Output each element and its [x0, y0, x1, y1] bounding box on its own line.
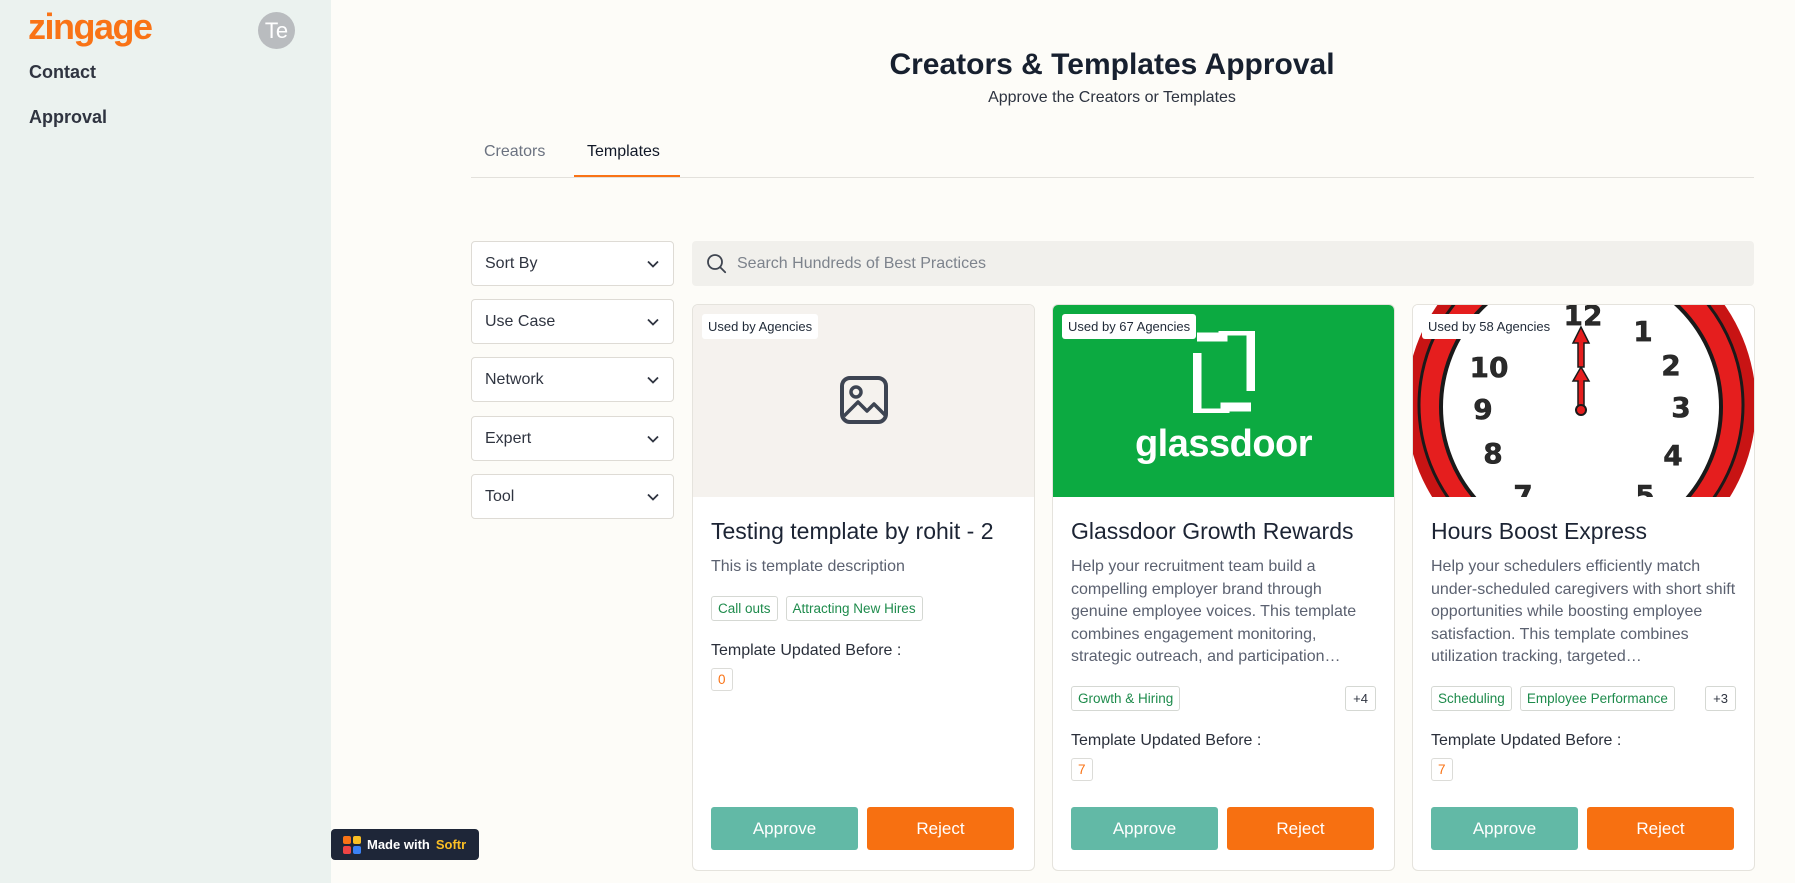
- chevron-down-icon: [647, 435, 659, 443]
- sort-by-dropdown[interactable]: Sort By: [471, 241, 674, 286]
- card-title: Testing template by rohit - 2: [711, 518, 994, 544]
- chevron-down-icon: [647, 376, 659, 384]
- card-image: glassdoor Used by 67 Agencies: [1053, 305, 1394, 497]
- clock-numeral: 10: [1470, 351, 1509, 384]
- search-input[interactable]: [737, 254, 1717, 273]
- updated-value: 7: [1071, 758, 1093, 781]
- tab-templates[interactable]: Templates: [587, 143, 660, 161]
- usage-badge: Used by 58 Agencies: [1422, 314, 1557, 339]
- image-placeholder-icon: [840, 376, 888, 424]
- template-card[interactable]: 12 1 2 3 4 5 7 8 9 10 Used by 58 Agencie…: [1412, 304, 1755, 871]
- sidebar-item-approval[interactable]: Approval: [29, 107, 107, 128]
- usage-badge: Used by Agencies: [702, 314, 819, 339]
- tool-label: Tool: [485, 487, 515, 505]
- clock-numeral: 4: [1663, 439, 1682, 472]
- updated-value: 7: [1431, 758, 1453, 781]
- search-icon: [707, 254, 727, 274]
- clock-numeral: 2: [1661, 349, 1680, 382]
- updated-label: Template Updated Before :: [1071, 732, 1262, 749]
- clock-numeral: 3: [1671, 391, 1690, 424]
- tag: Attracting New Hires: [785, 596, 923, 621]
- page-subtitle: Approve the Creators or Templates: [988, 89, 1236, 106]
- softr-logo-icon: [343, 835, 361, 854]
- card-image: 12 1 2 3 4 5 7 8 9 10 Used by 58 Agencie…: [1413, 305, 1754, 497]
- card-description: This is template description: [711, 558, 905, 575]
- tab-creators[interactable]: Creators: [484, 143, 545, 161]
- clock-numeral: 1: [1633, 315, 1652, 348]
- card-description: Help your recruitment team build a compe…: [1071, 558, 1357, 665]
- zingage-logo[interactable]: zingage: [28, 6, 153, 48]
- usage-badge: Used by 67 Agencies: [1062, 314, 1197, 339]
- sidebar-item-contact[interactable]: Contact: [29, 62, 96, 83]
- card-title: Hours Boost Express: [1431, 518, 1648, 544]
- page-title: Creators & Templates Approval: [889, 48, 1335, 81]
- avatar[interactable]: Te: [258, 12, 295, 49]
- tag: Scheduling: [1431, 686, 1512, 711]
- sidebar: zingage Te Contact Approval: [0, 0, 331, 883]
- reject-button[interactable]: Reject: [867, 807, 1014, 850]
- more-tags-badge[interactable]: +3: [1705, 686, 1736, 711]
- approve-button[interactable]: Approve: [1431, 807, 1578, 850]
- template-card[interactable]: glassdoor Used by 67 Agencies Glassdoor …: [1052, 304, 1395, 871]
- tag: Employee Performance: [1519, 686, 1675, 711]
- card-title: Glassdoor Growth Rewards: [1071, 518, 1354, 544]
- reject-button[interactable]: Reject: [1587, 807, 1734, 850]
- chevron-down-icon: [647, 318, 659, 326]
- clock-numeral: 9: [1473, 393, 1492, 426]
- tag-list: Call outs Attracting New Hires: [711, 596, 923, 621]
- chevron-down-icon: [647, 260, 659, 268]
- updated-label: Template Updated Before :: [1431, 732, 1622, 749]
- tab-bar: Creators Templates: [471, 140, 1754, 178]
- active-tab-indicator: [574, 175, 680, 177]
- card-image: Used by Agencies: [693, 305, 1034, 497]
- use-case-dropdown[interactable]: Use Case: [471, 299, 674, 344]
- clock-numeral: 12: [1564, 305, 1603, 332]
- tag-list: Growth & Hiring: [1071, 686, 1181, 711]
- updated-label: Template Updated Before :: [711, 642, 902, 659]
- clock-numeral: 7: [1513, 479, 1532, 497]
- expert-label: Expert: [485, 429, 532, 447]
- tag: Call outs: [711, 596, 778, 621]
- more-tags-badge[interactable]: +4: [1345, 686, 1376, 711]
- updated-value: 0: [711, 668, 733, 691]
- clock-numeral: 8: [1483, 437, 1502, 470]
- expert-dropdown[interactable]: Expert: [471, 416, 674, 461]
- glassdoor-logo-icon: [1193, 331, 1255, 413]
- use-case-label: Use Case: [485, 312, 556, 330]
- network-dropdown[interactable]: Network: [471, 357, 674, 402]
- clock-numeral: 5: [1635, 479, 1654, 497]
- tag: Growth & Hiring: [1071, 686, 1181, 711]
- sort-by-label: Sort By: [485, 254, 538, 272]
- reject-button[interactable]: Reject: [1227, 807, 1374, 850]
- template-card[interactable]: Used by Agencies Testing template by roh…: [692, 304, 1035, 871]
- made-with-softr-badge[interactable]: Made with Softr: [331, 829, 479, 860]
- softr-badge-prefix: Made with: [367, 837, 430, 852]
- approve-button[interactable]: Approve: [711, 807, 858, 850]
- network-label: Network: [485, 370, 544, 388]
- search-bar: [692, 241, 1754, 286]
- tag-list: Scheduling Employee Performance: [1431, 686, 1675, 711]
- glassdoor-wordmark: glassdoor: [1134, 423, 1313, 465]
- chevron-down-icon: [647, 493, 659, 501]
- approve-button[interactable]: Approve: [1071, 807, 1218, 850]
- card-description: Help your schedulers efficiently match u…: [1431, 558, 1736, 665]
- softr-badge-brand: Softr: [435, 837, 467, 852]
- tool-dropdown[interactable]: Tool: [471, 474, 674, 519]
